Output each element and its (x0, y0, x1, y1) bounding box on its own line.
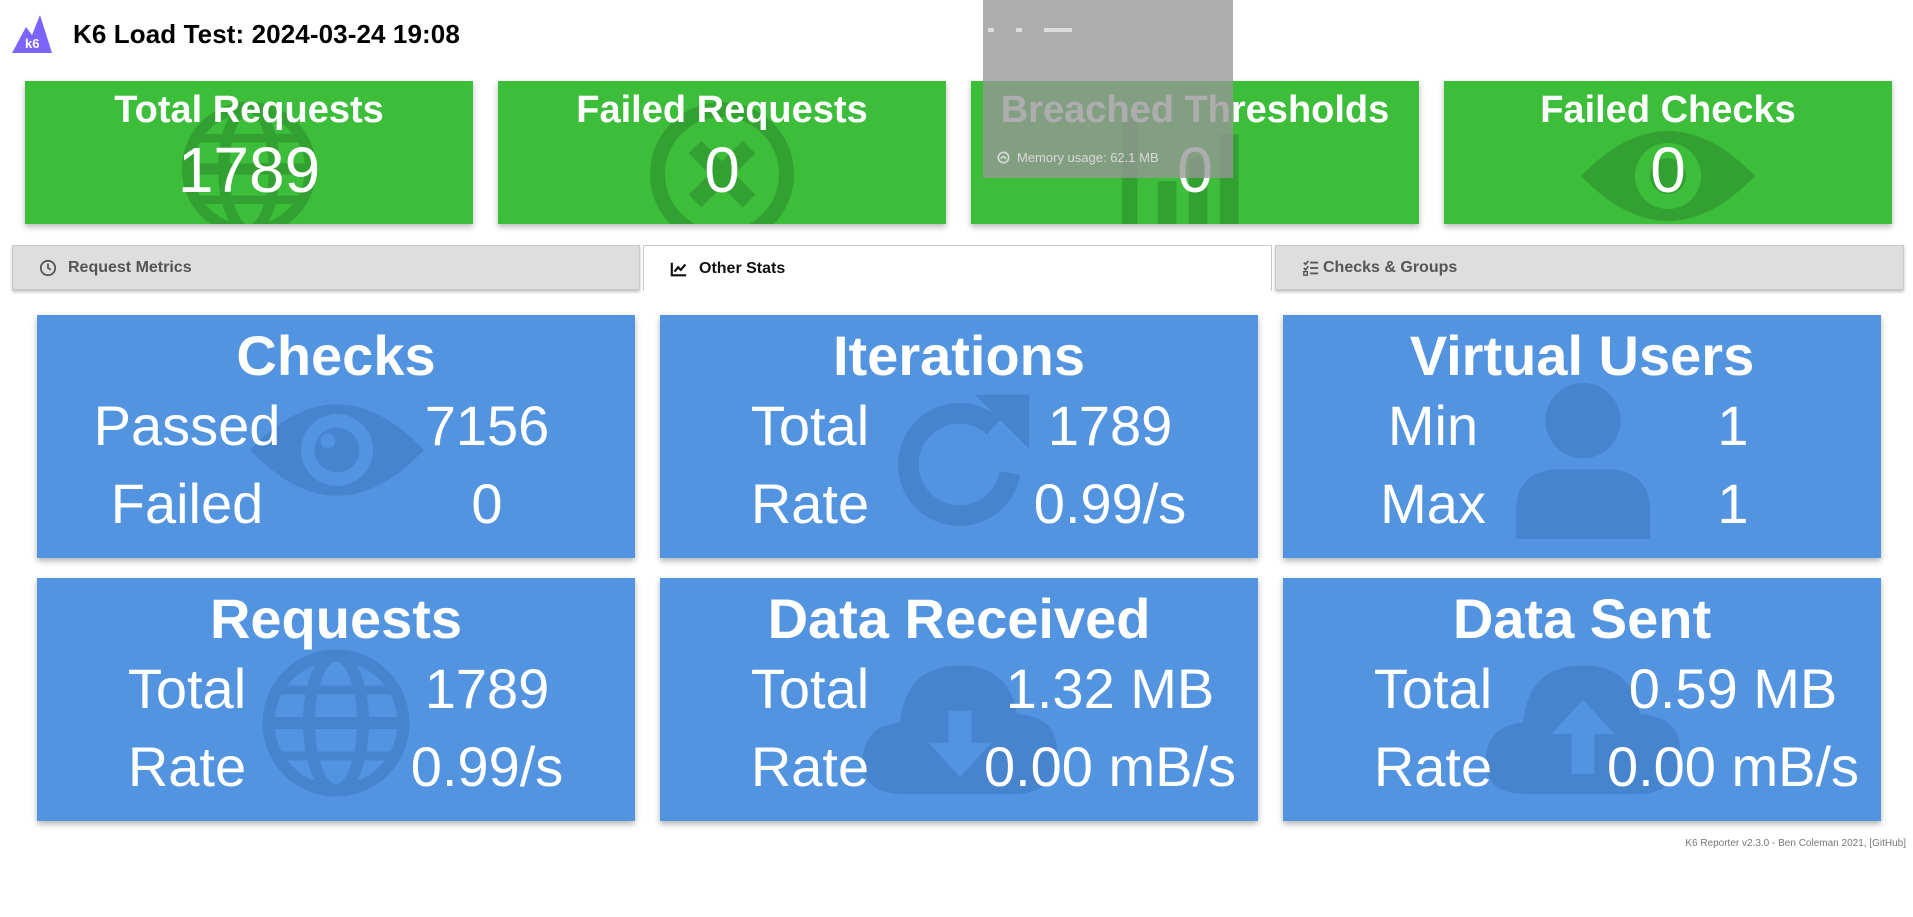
total-requests-box: Total Requests 1789 (25, 81, 473, 224)
row-value: 1 (1717, 472, 1749, 535)
virtual-users-card: Virtual Users Min 1 Max 1 (1283, 315, 1881, 558)
row-value: 0 (471, 472, 503, 535)
tab-other-stats[interactable]: Other Stats (643, 245, 1272, 291)
row-value: 0.00 mB/s (983, 735, 1237, 798)
card-title: Iterations (832, 324, 1086, 387)
tab-request-metrics[interactable]: Request Metrics (12, 245, 640, 290)
card-title: Data Sent (1452, 587, 1712, 650)
tab-label: Request Metrics (68, 258, 192, 276)
tab-checks-groups[interactable]: Checks & Groups (1275, 245, 1904, 290)
checks-card: Checks Passed 7156 Failed 0 (37, 315, 635, 558)
row-value: 1789 (424, 657, 550, 720)
summary-value: 1789 (177, 134, 321, 206)
failed-requests-box: Failed Requests 0 (498, 81, 946, 224)
card-title: Virtual Users (1409, 324, 1755, 387)
summary-value: 0 (704, 134, 740, 206)
summary-value: 0 (1650, 134, 1686, 206)
data-received-card: Data Received Total 1.32 MB Rate 0.00 mB… (660, 578, 1258, 821)
row-label: Failed (110, 472, 264, 535)
row-value: 7156 (424, 394, 550, 457)
failed-checks-box: Failed Checks 0 (1444, 81, 1892, 224)
card-title: Data Received (767, 587, 1151, 650)
memory-usage-text: Memory usage: 62.1 MB (1017, 150, 1159, 165)
summary-label: Failed Checks (1540, 89, 1796, 131)
row-label: Rate (750, 735, 870, 798)
tab-label: Checks & Groups (1323, 258, 1458, 276)
summary-label: Total Requests (114, 89, 384, 131)
page-title: K6 Load Test: 2024-03-24 19:08 (73, 18, 460, 49)
svg-text:k6: k6 (25, 36, 39, 51)
summary-label: Failed Requests (576, 89, 868, 131)
row-value: 1.32 MB (1005, 657, 1215, 720)
memory-usage-overlay: Memory usage: 62.1 MB (983, 0, 1233, 178)
row-label: Rate (750, 472, 870, 535)
row-value: 0.59 MB (1628, 657, 1838, 720)
row-label: Total (127, 657, 247, 720)
clock-icon (39, 259, 57, 276)
row-label: Total (750, 657, 870, 720)
card-title: Requests (209, 587, 463, 650)
row-value: 0.99/s (410, 735, 564, 798)
row-label: Max (1380, 472, 1486, 535)
summary-bar: Total Requests 1789 Failed Requests 0 Br… (25, 81, 1893, 224)
row-label: Min (1387, 394, 1479, 457)
k6-logo-icon: k6 (12, 15, 52, 53)
row-value: 1789 (1047, 394, 1173, 457)
card-title: Checks (236, 324, 436, 387)
footer-credits[interactable]: K6 Reporter v2.3.0 - Ben Coleman 2021, [… (1685, 838, 1906, 849)
tab-label: Other Stats (699, 259, 786, 277)
line-chart-icon (670, 262, 687, 276)
row-label: Passed (93, 394, 281, 457)
page-header: k6 K6 Load Test: 2024-03-24 19:08 (12, 14, 460, 54)
iterations-card: Iterations Total 1789 Rate 0.99/s (660, 315, 1258, 558)
row-label: Rate (1373, 735, 1493, 798)
requests-card: Requests Total 1789 Rate 0.99/s (37, 578, 635, 821)
row-value: 1 (1717, 394, 1749, 457)
data-sent-card: Data Sent Total 0.59 MB Rate 0.00 mB/s (1283, 578, 1881, 821)
row-value: 0.99/s (1033, 472, 1187, 535)
tab-bar: Request Metrics Other Stats Checks & Gro… (12, 245, 1904, 291)
row-label: Rate (127, 735, 247, 798)
row-label: Total (750, 394, 870, 457)
tasks-icon (1303, 259, 1319, 276)
memory-icon (997, 151, 1010, 164)
row-value: 0.00 mB/s (1606, 735, 1860, 798)
row-label: Total (1373, 657, 1493, 720)
